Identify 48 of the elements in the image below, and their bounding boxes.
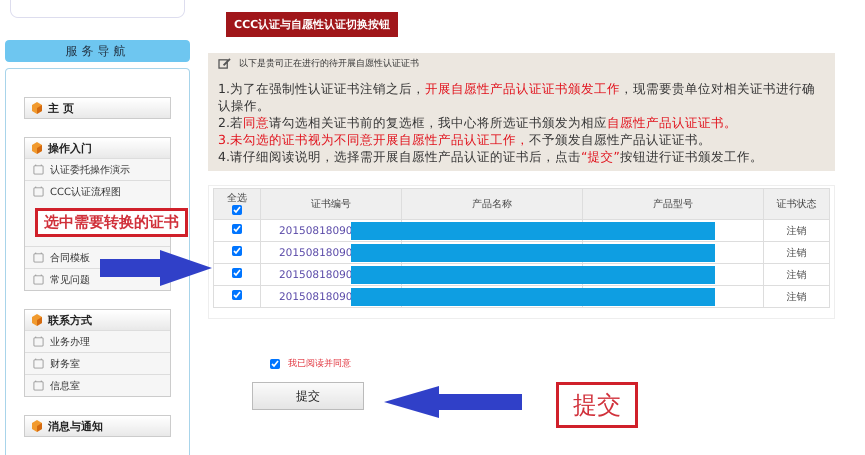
column-header: 产品型号 <box>653 199 693 210</box>
switch-button[interactable]: CCC认证与自愿性认证切换按钮 <box>226 12 398 37</box>
nav-item[interactable]: 常见问题 <box>50 272 90 286</box>
nav-item[interactable]: 认证委托操作演示 <box>50 162 130 176</box>
instruction-text: 1.为了在强制性认证证书注销之后，开展自愿性产品认证证书颁发工作，现需要贵单位对相关证书进行确认操作。 <box>218 80 816 114</box>
status-cell: 注销 <box>786 270 806 280</box>
callout-label: 提交 <box>556 382 638 428</box>
row-checkbox[interactable] <box>232 290 242 300</box>
status-cell: 注销 <box>786 226 806 236</box>
nav-group-label: 消息与通知 <box>48 418 103 434</box>
nav-header: 服务导航 <box>5 40 190 62</box>
nav-item[interactable]: 信息室 <box>50 378 80 392</box>
row-checkbox[interactable] <box>232 224 242 234</box>
nav-item[interactable]: CCC认证流程图 <box>50 184 121 198</box>
column-header: 产品名称 <box>472 199 512 210</box>
nav-group-header[interactable]: 操作入门 <box>25 138 170 158</box>
nav-group-label: 联系方式 <box>48 312 92 328</box>
submit-button[interactable]: 提交 <box>252 382 364 410</box>
nav-group-label: 主 页 <box>48 100 74 116</box>
nav-group-label: 操作入门 <box>48 140 92 156</box>
edit-icon <box>218 58 231 69</box>
status-cell: 注销 <box>786 248 806 258</box>
column-header: 证书状态 <box>776 199 816 210</box>
nav-item[interactable]: 合同模板 <box>50 250 90 264</box>
nav-group-header[interactable]: 联系方式 <box>25 310 170 330</box>
select-all-checkbox[interactable] <box>232 204 242 214</box>
cube-icon <box>31 419 43 433</box>
nav-group-header[interactable]: 主 页 <box>25 98 170 118</box>
arrow-icon <box>100 250 212 286</box>
column-header: 全选 <box>226 192 248 204</box>
instruction-text: 2.若同意请勾选相关证书前的复选框，我中心将所选证书颁发为相应自愿性产品认证证书。 <box>218 114 738 131</box>
nav-item[interactable]: 财务室 <box>50 356 80 370</box>
callout-label: 选中需要转换的证书 <box>35 208 188 237</box>
agree-checkbox[interactable] <box>270 358 280 368</box>
cube-icon <box>31 141 43 155</box>
agree-label: 我已阅读并同意 <box>288 358 351 370</box>
cube-icon <box>31 101 43 115</box>
instruction-text: 3.未勾选的证书视为不同意开展自愿性产品认证工作，不予颁发自愿性产品认证证书。 <box>218 131 712 148</box>
column-header: 证书编号 <box>311 199 351 210</box>
row-checkbox[interactable] <box>232 268 242 278</box>
status-cell: 注销 <box>786 292 806 302</box>
arrow-icon <box>384 384 524 420</box>
row-checkbox[interactable] <box>232 246 242 256</box>
nav-group-header[interactable]: 消息与通知 <box>25 416 170 436</box>
instruction-text: 4.请仔细阅读说明，选择需开展自愿性产品认证的证书后，点击“提交”按钮进行证书颁发工作。 <box>218 148 764 165</box>
notice-heading: 以下是贵司正在进行的待开展自愿性认证证书 <box>239 58 419 70</box>
nav-item[interactable]: 业务办理 <box>50 334 90 348</box>
cube-icon <box>31 313 43 327</box>
